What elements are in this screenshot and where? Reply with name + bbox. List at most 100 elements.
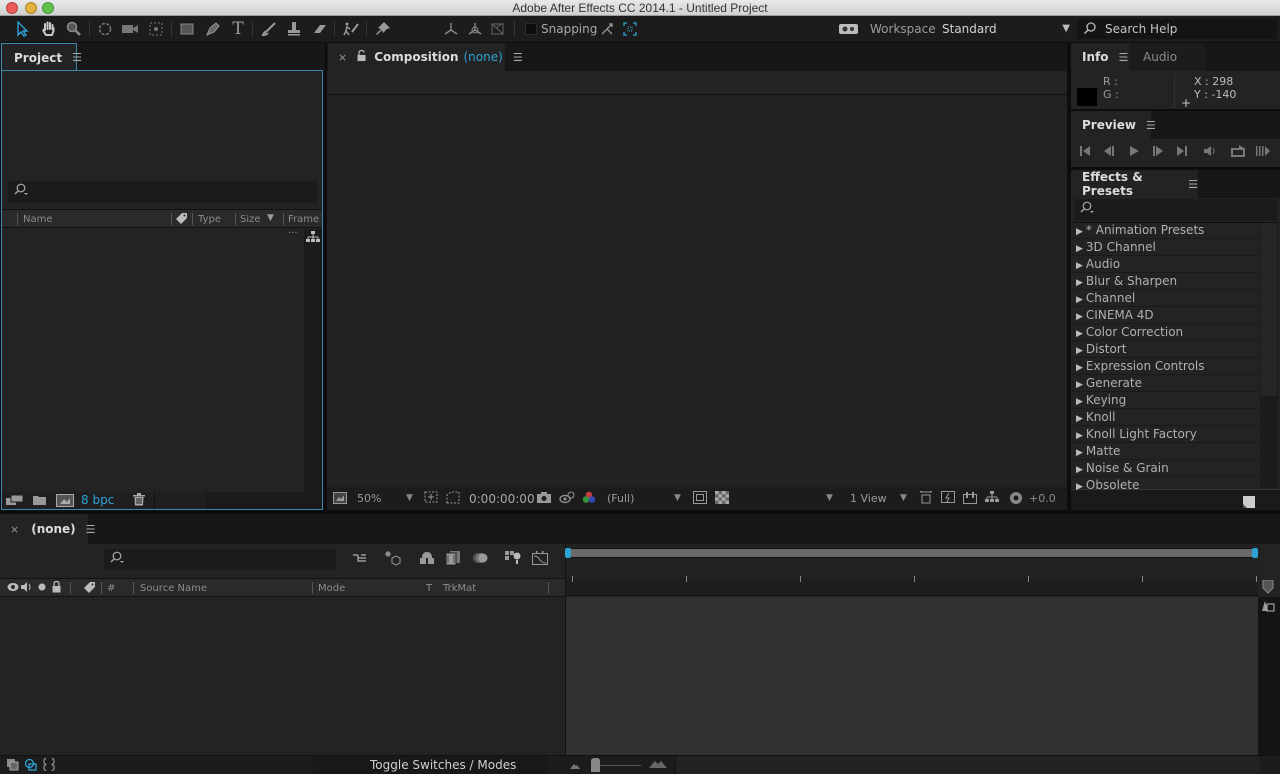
- effects-category-item[interactable]: ▶ * Animation Presets: [1072, 222, 1260, 239]
- puppet-pin-tool-icon[interactable]: [372, 19, 394, 39]
- eraser-tool-icon[interactable]: [309, 19, 331, 39]
- panel-menu-icon[interactable]: ☰: [1118, 51, 1128, 64]
- label-tag-icon[interactable]: [175, 212, 188, 228]
- lock-icon[interactable]: [52, 580, 61, 596]
- disclosure-triangle-icon[interactable]: ▶: [1076, 482, 1083, 492]
- timeline-search-input[interactable]: [104, 549, 336, 570]
- tab-effects-presets[interactable]: Effects & Presets ☰: [1071, 170, 1198, 198]
- pan-behind-tool-icon[interactable]: [145, 19, 167, 39]
- tab-composition[interactable]: × Composition (none) ☰: [328, 43, 523, 71]
- effects-category-item[interactable]: ▶ Knoll Light Factory: [1072, 426, 1260, 443]
- delete-trash-icon[interactable]: [133, 493, 145, 509]
- workspace-dropdown[interactable]: Standard ▼: [936, 19, 1074, 39]
- region-of-interest-icon[interactable]: [424, 491, 438, 507]
- label-tag-icon[interactable]: [83, 581, 96, 597]
- graph-editor-icon[interactable]: [532, 551, 548, 568]
- close-tab-icon[interactable]: ×: [10, 523, 19, 536]
- type-tool-icon[interactable]: T: [227, 19, 249, 39]
- tab-timeline-none[interactable]: × (none) ☰: [0, 514, 96, 544]
- effects-category-item[interactable]: ▶ Obsolete: [1072, 477, 1260, 494]
- disclosure-triangle-icon[interactable]: ▶: [1076, 227, 1083, 237]
- comp-marker-bin-icon[interactable]: [1262, 579, 1274, 597]
- effects-category-item[interactable]: ▶ Matte: [1072, 443, 1260, 460]
- disclosure-triangle-icon[interactable]: ▶: [1076, 363, 1083, 373]
- first-frame-icon[interactable]: [1079, 145, 1091, 160]
- disclosure-triangle-icon[interactable]: ▶: [1076, 244, 1083, 254]
- disclosure-triangle-icon[interactable]: ▶: [1076, 329, 1083, 339]
- snap-options-icon[interactable]: [596, 19, 618, 39]
- tab-preview[interactable]: Preview ☰: [1071, 111, 1156, 139]
- hide-shy-layers-icon[interactable]: [419, 551, 435, 568]
- disclosure-triangle-icon[interactable]: ▶: [1076, 278, 1083, 288]
- new-folder-icon[interactable]: [33, 494, 47, 509]
- rectangle-tool-icon[interactable]: [176, 19, 198, 39]
- effects-category-item[interactable]: ▶ Color Correction: [1072, 324, 1260, 341]
- panel-menu-icon[interactable]: ☰: [86, 523, 96, 536]
- fast-previews-icon[interactable]: [693, 491, 707, 507]
- project-scrollbar[interactable]: [304, 229, 322, 494]
- last-frame-icon[interactable]: [1176, 145, 1188, 160]
- disclosure-triangle-icon[interactable]: ▶: [1076, 465, 1083, 475]
- in-out-stretch-icon[interactable]: [43, 757, 55, 774]
- layer-list-area[interactable]: [0, 598, 565, 756]
- tab-project[interactable]: Project ☰: [1, 43, 82, 71]
- column-name[interactable]: Name: [23, 214, 53, 225]
- disclosure-triangle-icon[interactable]: ▶: [1076, 295, 1083, 305]
- disclosure-triangle-icon[interactable]: ▶: [1076, 397, 1083, 407]
- disclosure-triangle-icon[interactable]: ▶: [1076, 312, 1083, 322]
- current-time-display[interactable]: 0:00:00:00: [469, 492, 535, 506]
- effects-scrollbar[interactable]: [1260, 223, 1278, 488]
- new-composition-icon[interactable]: [56, 494, 74, 510]
- column-mode[interactable]: Mode: [318, 583, 345, 594]
- work-area-start-handle[interactable]: [565, 548, 571, 558]
- effects-category-item[interactable]: ▶ Blur & Sharpen: [1072, 273, 1260, 290]
- bit-depth-button[interactable]: 8 bpc: [81, 493, 114, 507]
- snapshot-camera-icon[interactable]: [537, 492, 551, 506]
- always-preview-icon[interactable]: [333, 492, 347, 507]
- effects-category-item[interactable]: ▶ 3D Channel: [1072, 239, 1260, 256]
- pen-tool-icon[interactable]: [202, 19, 224, 39]
- draft-3d-icon[interactable]: [384, 550, 402, 569]
- transparency-grid-toggle-icon[interactable]: [446, 491, 460, 507]
- rotation-tool-icon[interactable]: [94, 19, 116, 39]
- effects-category-item[interactable]: ▶ Knoll: [1072, 409, 1260, 426]
- effects-scrollbar-thumb[interactable]: [1261, 223, 1277, 396]
- world-axis-mode-icon[interactable]: [464, 19, 486, 39]
- fast-draft-icon[interactable]: [941, 491, 955, 507]
- snap-features-icon[interactable]: [619, 19, 641, 39]
- panel-menu-icon[interactable]: ☰: [1146, 119, 1156, 132]
- toggle-switches-modes-button[interactable]: Toggle Switches / Modes: [370, 758, 516, 772]
- frame-blending-icon[interactable]: [445, 551, 461, 568]
- view-axis-mode-icon[interactable]: [487, 19, 509, 39]
- work-area-end-handle[interactable]: [1252, 548, 1258, 558]
- roto-brush-tool-icon[interactable]: [340, 19, 362, 39]
- composition-mini-flowchart-icon[interactable]: [352, 552, 368, 569]
- time-navigator[interactable]: [566, 559, 1258, 579]
- column-trkmat[interactable]: TrkMat: [443, 583, 476, 594]
- view-layout-dropdown[interactable]: 1 View: [850, 492, 887, 505]
- hand-tool-icon[interactable]: [38, 19, 60, 39]
- column-t[interactable]: T: [426, 583, 432, 594]
- disclosure-triangle-icon[interactable]: ▶: [1076, 380, 1083, 390]
- play-icon[interactable]: [1128, 145, 1140, 160]
- tab-audio[interactable]: Audio: [1129, 43, 1205, 71]
- snapping-checkbox[interactable]: [525, 23, 537, 35]
- layer-switches-icon[interactable]: [7, 759, 19, 774]
- camera-view-dropdown[interactable]: ▼: [826, 493, 833, 503]
- column-size[interactable]: Size: [240, 214, 261, 225]
- effects-category-item[interactable]: ▶ CINEMA 4D: [1072, 307, 1260, 324]
- effects-category-item[interactable]: ▶ Channel: [1072, 290, 1260, 307]
- resolution-dropdown[interactable]: (Full): [607, 492, 634, 505]
- panel-menu-icon[interactable]: ☰: [72, 51, 82, 64]
- disclosure-triangle-icon[interactable]: ▶: [1076, 448, 1083, 458]
- timeline-link-icon[interactable]: [963, 491, 977, 507]
- zoom-slider-thumb[interactable]: [591, 758, 600, 772]
- motion-blur-icon[interactable]: [472, 551, 488, 568]
- disclosure-triangle-icon[interactable]: ▶: [1076, 414, 1083, 424]
- brainstorm-icon[interactable]: [505, 551, 521, 568]
- composition-viewer[interactable]: [328, 95, 1065, 486]
- new-item-icon[interactable]: [1243, 496, 1255, 511]
- audio-speaker-icon[interactable]: [21, 582, 33, 595]
- flowchart-icon[interactable]: [985, 491, 999, 506]
- local-axis-mode-icon[interactable]: [440, 19, 462, 39]
